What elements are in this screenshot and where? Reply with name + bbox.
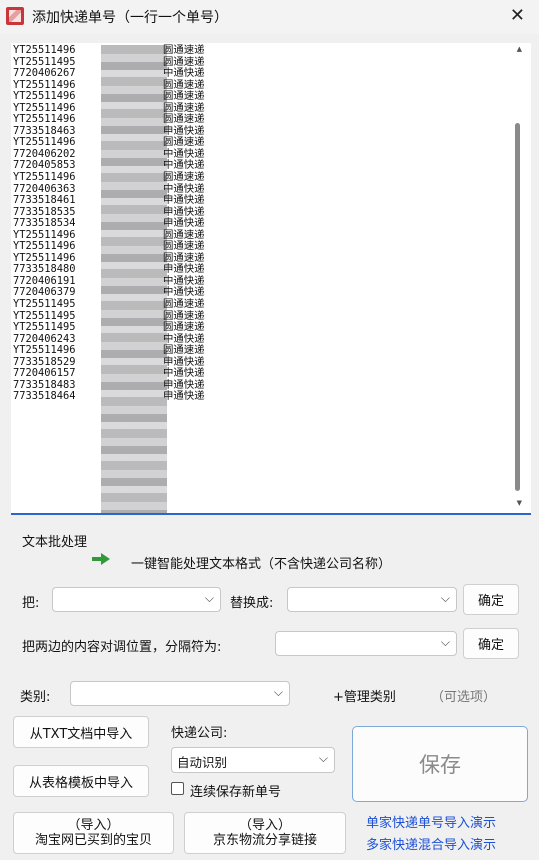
courier-selected: 自动识别 (177, 755, 228, 770)
import-tag: （导入） (67, 818, 120, 833)
chevron-down-icon: ⌵ (273, 685, 283, 699)
text-line: 圆通速递 (163, 298, 205, 311)
courier-label: 快递公司: (171, 726, 228, 741)
text-line: YT25511496 (13, 44, 76, 56)
replace-label: 把: (22, 596, 40, 611)
text-line: YT25511496 (13, 171, 76, 184)
scroll-down-icon[interactable]: ▼ (517, 499, 522, 507)
title-bar: 添加快递单号（一行一个单号） ✕ (0, 0, 539, 34)
text-line: 圆通速递 (163, 171, 205, 184)
text-line: 7720406267 (13, 67, 76, 80)
import-tag: （导入） (238, 818, 291, 833)
close-icon[interactable]: ✕ (510, 5, 525, 26)
app-logo-icon (6, 7, 24, 25)
text-line: YT25511495 (13, 321, 76, 334)
import-jd-button[interactable]: （导入） 京东物流分享链接 (184, 812, 346, 854)
import-template-button[interactable]: 从表格模板中导入 (13, 765, 149, 797)
redacted-region (101, 45, 167, 513)
replace-to-combo[interactable]: ⌵ (287, 587, 457, 612)
replace-confirm-button[interactable]: 确定 (463, 584, 519, 615)
replace-with-label: 替换成: (230, 596, 274, 611)
replace-from-combo[interactable]: ⌵ (52, 587, 221, 612)
taobao-label: 淘宝网已买到的宝贝 (34, 833, 152, 848)
text-line: YT25511495 (13, 298, 76, 311)
tracking-number-lines: YT25511496 YT25511495 7720406267 YT25511496… (13, 44, 76, 403)
category-label: 类别: (20, 690, 51, 705)
text-line: 7733518461 (13, 194, 76, 207)
smart-format-button[interactable]: 一键智能处理文本格式（不含快递公司名称） (131, 553, 391, 572)
text-line: 圆通速递 (163, 44, 205, 56)
multi-demo-link[interactable]: 多家快递混合导入演示 (366, 834, 496, 853)
text-line: 圆通速递 (163, 90, 205, 103)
save-button[interactable]: 保存 (352, 726, 528, 802)
courier-combo[interactable]: 自动识别 ⌵ (171, 747, 335, 773)
text-line: 中通快递 (163, 67, 205, 80)
swap-label: 把两边的内容对调位置，分隔符为: (22, 640, 222, 655)
optional-hint: （可选项） (431, 690, 497, 705)
section-title-batch: 文本批处理 (22, 535, 88, 550)
text-line: 7733518464 (13, 390, 76, 403)
manage-category-link[interactable]: +管理类别 (333, 686, 396, 705)
carrier-name-lines: 圆通速递 圆通速递 中通快递 圆通速递 圆通速递 圆通速递 圆通速递 申通快递 圆通速递 中通快递… (163, 44, 205, 403)
separator-combo[interactable]: ⌵ (275, 631, 457, 656)
window-title: 添加快递单号（一行一个单号） (32, 10, 228, 26)
single-demo-link[interactable]: 单家快递单号导入演示 (366, 812, 496, 831)
text-line: 申通快递 (163, 390, 205, 403)
scroll-up-icon[interactable]: ▲ (517, 45, 522, 53)
swap-confirm-button[interactable]: 确定 (463, 628, 519, 659)
tracking-numbers-textarea[interactable]: YT25511496 YT25511495 7720406267 YT25511496… (11, 43, 531, 515)
chevron-down-icon: ⌵ (204, 591, 214, 605)
text-line: 申通快递 (163, 194, 205, 207)
jd-label: 京东物流分享链接 (212, 833, 317, 848)
import-txt-button[interactable]: 从TXT文档中导入 (13, 716, 149, 748)
chevron-down-icon: ⌵ (440, 591, 450, 605)
chevron-down-icon: ⌵ (440, 635, 450, 649)
text-line: YT25511496 (13, 90, 76, 103)
continuous-save-checkbox[interactable] (171, 782, 184, 795)
scrollbar-thumb[interactable] (515, 123, 520, 491)
category-combo[interactable]: ⌵ (70, 681, 290, 706)
arrow-right-icon[interactable] (92, 553, 110, 565)
text-line: 圆通速递 (163, 321, 205, 334)
continuous-save-label: 连续保存新单号 (190, 785, 282, 800)
import-taobao-button[interactable]: （导入） 淘宝网已买到的宝贝 (13, 812, 174, 854)
chevron-down-icon: ⌵ (318, 751, 328, 765)
